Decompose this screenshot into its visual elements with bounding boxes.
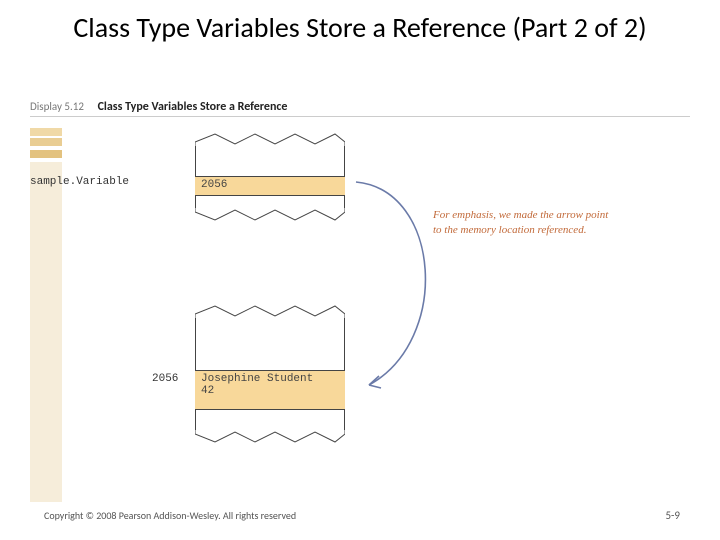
torn-edge-icon (195, 430, 345, 444)
reference-arrow-icon (351, 160, 471, 400)
slide: Class Type Variables Store a Reference (… (0, 0, 720, 540)
variable-label: sample.Variable (30, 176, 129, 188)
reference-cell: 2056 (195, 176, 345, 196)
torn-edge-icon (195, 208, 345, 222)
display-number: Display 5.12 (30, 100, 84, 113)
object-cell: Josephine Student 42 (195, 370, 345, 410)
display-caption: Class Type Variables Store a Reference (98, 100, 288, 114)
memory-address-label: 2056 (152, 373, 178, 385)
display-bar: Display 5.12 Class Type Variables Store … (30, 96, 690, 115)
memory-diagram: sample.Variable 2056 2056 Josephine Stud… (75, 128, 635, 483)
torn-edge-icon (195, 132, 345, 146)
object-line2: 42 (201, 385, 214, 397)
torn-edge-icon (195, 304, 345, 318)
memory-block-variable: 2056 (195, 132, 345, 222)
object-line1: Josephine Student (201, 373, 313, 385)
divider (30, 116, 690, 117)
annotation-text: For emphasis, we made the arrow point to… (433, 208, 613, 238)
copyright-text: Copyright © 2008 Pearson Addison-Wesley.… (44, 509, 296, 522)
page-title: Class Type Variables Store a Reference (… (30, 12, 690, 44)
page-number: 5-9 (665, 509, 680, 522)
reference-value: 2056 (201, 179, 227, 191)
memory-block-object: Josephine Student 42 (195, 304, 345, 444)
